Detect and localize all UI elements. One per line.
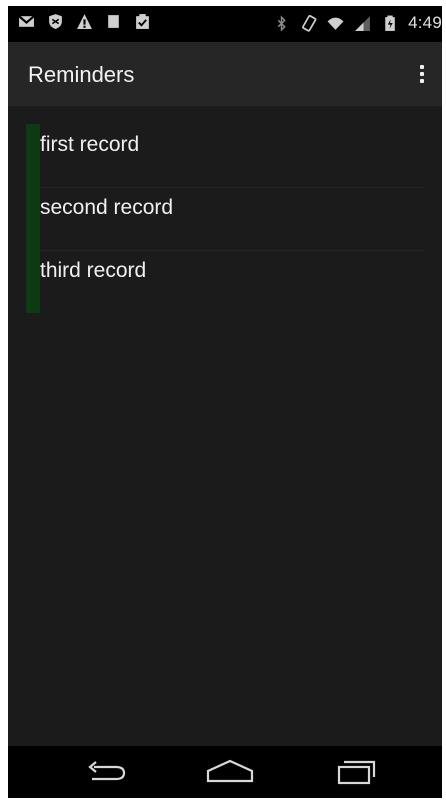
status-time: 4:49 (408, 13, 442, 32)
list-item[interactable]: first record (26, 124, 426, 188)
page-title: Reminders (28, 62, 135, 87)
gmail-icon (18, 15, 35, 27)
bluetooth-icon (277, 14, 286, 32)
action-bar: Reminders (8, 42, 442, 106)
list-item-label: second record (40, 196, 174, 219)
shield-icon (49, 14, 62, 29)
warning-icon (77, 14, 92, 29)
notification-icons (18, 13, 151, 30)
back-icon[interactable] (84, 759, 130, 785)
navigation-bar (8, 746, 442, 798)
rotate-icon (302, 14, 317, 32)
reminder-list: first record second record third record (26, 124, 426, 313)
row-marker (26, 187, 40, 250)
signal-icon (355, 15, 371, 31)
square-icon (108, 15, 119, 28)
list-item-label: third record (40, 259, 147, 282)
list-item[interactable]: third record (26, 250, 426, 313)
clipboard-check-icon (136, 14, 149, 29)
home-icon[interactable] (204, 759, 256, 785)
row-marker (26, 250, 40, 313)
status-bar: 4:49 (8, 6, 442, 42)
list-item[interactable]: second record (26, 187, 426, 251)
phone-screen: 4:49 Reminders first record second recor… (8, 6, 442, 798)
overflow-menu-icon[interactable] (410, 59, 434, 89)
row-marker (26, 124, 40, 187)
recents-icon[interactable] (334, 759, 380, 785)
list-item-label: first record (40, 133, 140, 156)
wifi-icon (327, 17, 344, 30)
battery-icon (385, 15, 395, 31)
system-icons: 4:49 (273, 13, 442, 33)
